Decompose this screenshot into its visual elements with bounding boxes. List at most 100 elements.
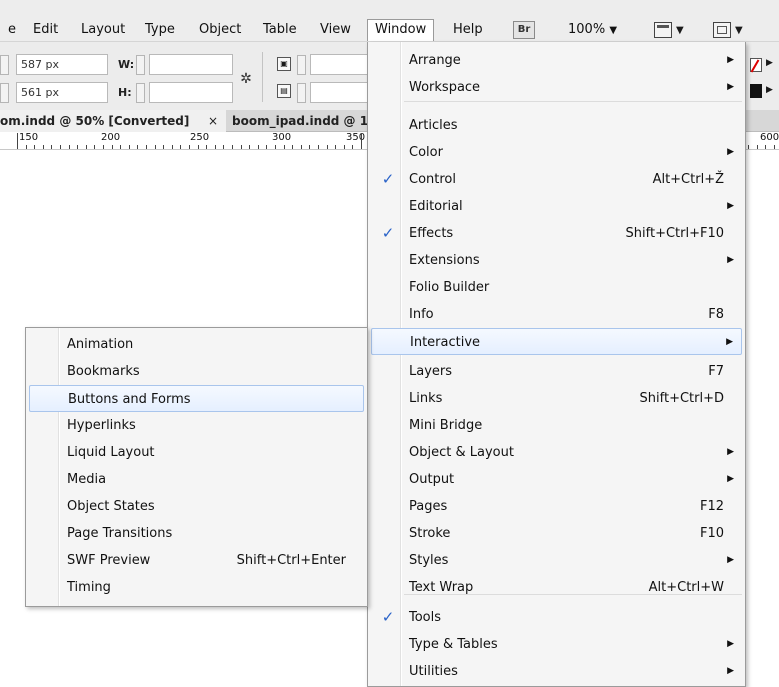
menu-item-type-and-tables[interactable]: Type & Tables ▶ <box>371 631 742 658</box>
submenu-item-page-transitions[interactable]: Page Transitions <box>29 520 364 547</box>
menu-item-label: Bookmarks <box>67 364 140 379</box>
menu-item-label: Object States <box>67 499 155 514</box>
ruler-tick <box>43 145 44 149</box>
stroke-swatch-icon[interactable] <box>750 84 762 98</box>
menu-item-label: Layers <box>409 364 453 379</box>
menu-item-workspace[interactable]: Workspace ▶ <box>371 74 742 101</box>
submenu-item-animation[interactable]: Animation <box>29 331 364 358</box>
menu-item-label: Utilities <box>409 664 458 679</box>
menu-item-color[interactable]: Color ▶ <box>371 139 742 166</box>
menu-item-mini-bridge[interactable]: Mini Bridge <box>371 412 742 439</box>
ruler-tick <box>309 145 310 149</box>
close-icon[interactable]: × <box>208 110 218 132</box>
tab-document-1[interactable]: om.indd @ 50% [Converted] × <box>0 110 226 132</box>
submenu-arrow-icon: ▶ <box>727 666 734 676</box>
menu-item-control[interactable]: ✓ Control Alt+Ctrl+Ž <box>371 166 742 193</box>
submenu-item-liquid-layout[interactable]: Liquid Layout <box>29 439 364 466</box>
constrain-proportions-icon[interactable]: ✲ <box>238 71 254 87</box>
ruler-tick <box>215 145 216 149</box>
chevron-down-icon: ▼ <box>676 25 684 36</box>
w-spinner[interactable] <box>136 55 145 75</box>
scale-x-field[interactable] <box>310 54 370 75</box>
ruler-tick <box>765 145 766 149</box>
scale-y-field[interactable] <box>310 82 370 103</box>
zoom-dropdown[interactable]: 100% ▼ <box>568 19 617 41</box>
arrange-documents-icon[interactable] <box>713 22 731 38</box>
menu-item-object-and-layout[interactable]: Object & Layout ▶ <box>371 439 742 466</box>
submenu-item-bookmarks[interactable]: Bookmarks <box>29 358 364 385</box>
menu-type[interactable]: Type <box>145 19 175 41</box>
menu-item-output[interactable]: Output ▶ <box>371 466 742 493</box>
menu-item-folio-builder[interactable]: Folio Builder <box>371 274 742 301</box>
chevron-right-icon[interactable]: ▶ <box>766 58 773 68</box>
menu-item-info[interactable]: Info F8 <box>371 301 742 328</box>
menu-table[interactable]: Table <box>263 19 297 41</box>
menu-item-layers[interactable]: Layers F7 <box>371 358 742 385</box>
scale-y-spinner[interactable] <box>297 83 306 103</box>
bridge-button[interactable]: Br <box>513 21 535 39</box>
menu-item-pages[interactable]: Pages F12 <box>371 493 742 520</box>
submenu-item-buttons-and-forms[interactable]: Buttons and Forms <box>29 385 364 412</box>
submenu-item-swf-preview[interactable]: SWF Preview Shift+Ctrl+Enter <box>29 547 364 574</box>
ruler-tick <box>223 145 224 149</box>
menu-item-extensions[interactable]: Extensions ▶ <box>371 247 742 274</box>
ruler-tick <box>137 145 138 149</box>
alignment-icon[interactable]: ▤ <box>277 84 291 98</box>
ruler-tick <box>69 145 70 149</box>
menu-item-utilities[interactable]: Utilities ▶ <box>371 658 742 685</box>
fill-swatch-icon[interactable] <box>750 58 762 73</box>
menu-item-effects[interactable]: ✓ Effects Shift+Ctrl+F10 <box>371 220 742 247</box>
menu-item-articles[interactable]: Articles <box>371 112 742 139</box>
shortcut-label: Alt+Ctrl+Ž <box>652 172 724 187</box>
menu-view[interactable]: View <box>320 19 351 41</box>
scale-x-spinner[interactable] <box>297 55 306 75</box>
menu-item-interactive[interactable]: Interactive ▶ <box>371 328 742 355</box>
ruler-tick <box>352 145 353 149</box>
menu-window[interactable]: Window <box>367 19 435 41</box>
menu-item-label: Object & Layout <box>409 445 514 460</box>
screen-mode-icon[interactable] <box>654 22 672 38</box>
shortcut-label: F7 <box>708 364 724 379</box>
menu-item-label: Text Wrap <box>409 580 474 595</box>
width-field[interactable] <box>149 54 233 75</box>
menu-item-links[interactable]: Links Shift+Ctrl+D <box>371 385 742 412</box>
chevron-right-icon[interactable]: ▶ <box>766 85 773 95</box>
submenu-item-hyperlinks[interactable]: Hyperlinks <box>29 412 364 439</box>
x-field[interactable]: 587 px <box>16 54 108 75</box>
tab-document-2[interactable]: boom_ipad.indd @ 1 <box>232 110 368 132</box>
menu-help[interactable]: Help <box>453 19 483 41</box>
submenu-item-object-states[interactable]: Object States <box>29 493 364 520</box>
height-field[interactable] <box>149 82 233 103</box>
menu-item-tools[interactable]: ✓ Tools <box>371 604 742 631</box>
menu-file-partial[interactable]: e <box>8 19 16 41</box>
menu-edit[interactable]: Edit <box>33 19 58 41</box>
y-field[interactable]: 561 px <box>16 82 108 103</box>
reference-point-icon[interactable]: ▣ <box>277 57 291 71</box>
menu-object[interactable]: Object <box>199 19 241 41</box>
menu-layout[interactable]: Layout <box>81 19 125 41</box>
menu-item-label: Control <box>409 172 456 187</box>
submenu-item-timing[interactable]: Timing <box>29 574 364 601</box>
submenu-item-media[interactable]: Media <box>29 466 364 493</box>
ruler-label: 150 <box>19 132 39 143</box>
menu-item-editorial[interactable]: Editorial ▶ <box>371 193 742 220</box>
menu-bar: e Edit Layout Type Object Table View Win… <box>0 0 779 42</box>
y-spinner[interactable] <box>0 83 9 103</box>
ruler-tick <box>335 145 336 149</box>
menu-item-styles[interactable]: Styles ▶ <box>371 547 742 574</box>
menu-item-label: Workspace <box>409 80 481 95</box>
x-spinner[interactable] <box>0 55 9 75</box>
menu-item-stroke[interactable]: Stroke F10 <box>371 520 742 547</box>
ruler-tick <box>120 145 121 149</box>
ruler-tick <box>103 145 104 149</box>
ruler-tick <box>163 145 164 149</box>
h-spinner[interactable] <box>136 83 145 103</box>
menu-item-label: Tools <box>409 610 442 625</box>
menu-item-arrange[interactable]: Arrange ▶ <box>371 47 742 74</box>
ruler-tick <box>34 145 35 149</box>
shortcut-label: F8 <box>708 307 724 322</box>
submenu-arrow-icon: ▶ <box>727 201 734 211</box>
ruler-tick <box>232 145 233 149</box>
submenu-arrow-icon: ▶ <box>726 337 733 347</box>
menu-item-text-wrap[interactable]: Text Wrap Alt+Ctrl+W <box>371 574 742 601</box>
